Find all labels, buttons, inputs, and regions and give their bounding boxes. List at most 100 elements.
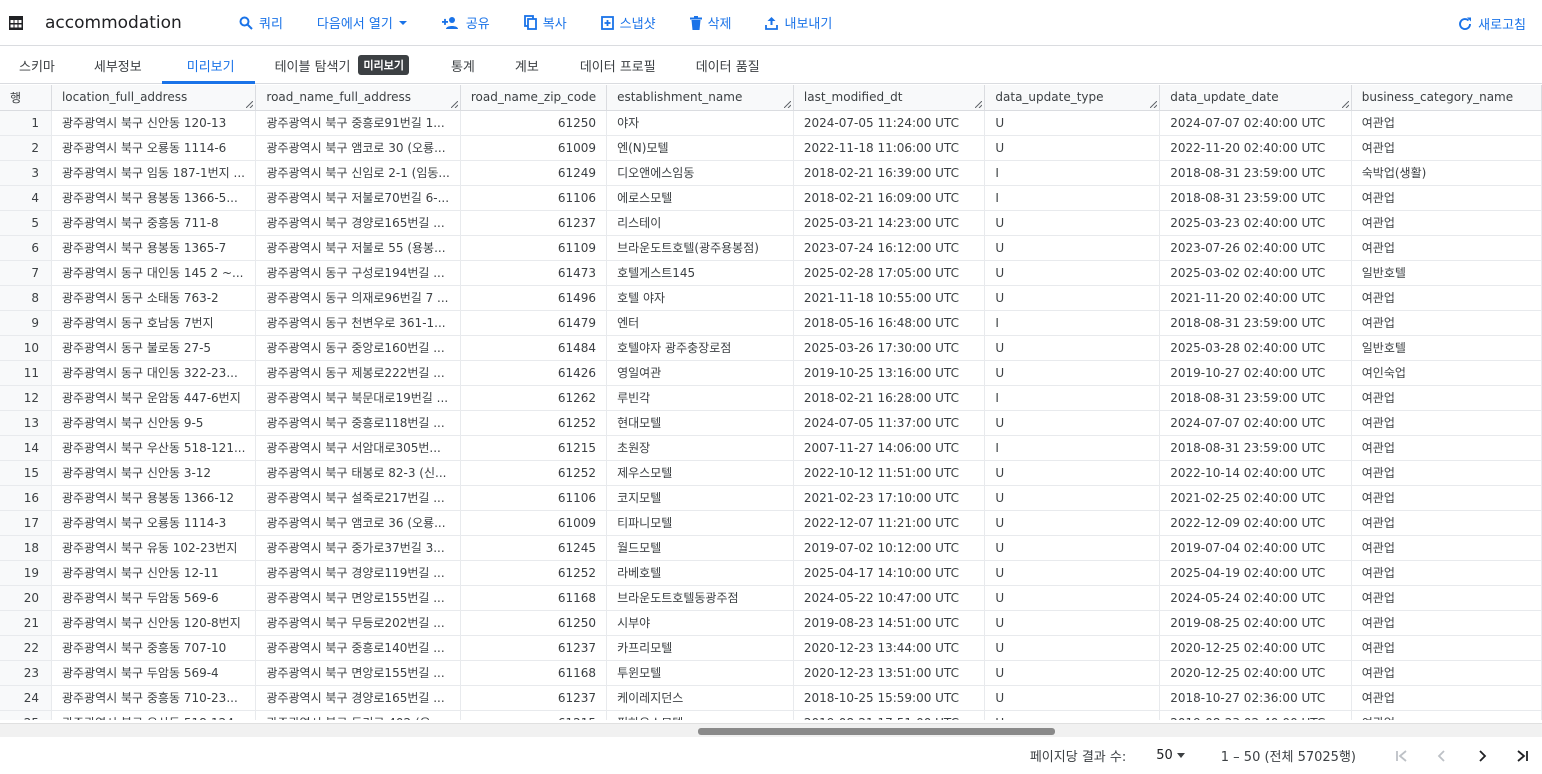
scrollbar-thumb[interactable] xyxy=(698,728,1055,735)
table-cell[interactable]: 2025-03-28 02:40:00 UTC xyxy=(1159,335,1352,361)
column-header[interactable]: road_name_full_address xyxy=(255,85,461,111)
table-cell[interactable]: 61473 xyxy=(460,260,608,286)
table-cell[interactable]: U xyxy=(984,635,1161,661)
table-cell[interactable]: 광주광역시 동구 불로동 27-5 xyxy=(51,335,257,361)
resize-handle-icon[interactable] xyxy=(1341,100,1349,108)
table-cell[interactable]: U xyxy=(984,585,1161,611)
table-cell[interactable]: U xyxy=(984,360,1161,386)
table-cell[interactable]: 광주광역시 북구 중흥로118번길 ... xyxy=(255,410,461,436)
table-cell[interactable]: 2021-11-20 02:40:00 UTC xyxy=(1159,285,1352,311)
table-cell[interactable]: 광주광역시 동구 대인동 145 2 ~... xyxy=(51,260,257,286)
table-cell[interactable]: 광주광역시 북구 두암동 569-6 xyxy=(51,585,257,611)
table-cell[interactable]: U xyxy=(984,610,1161,636)
table-cell[interactable]: 2022-12-09 02:40:00 UTC xyxy=(1159,510,1352,536)
previous-page-button[interactable] xyxy=(1422,741,1462,771)
table-cell[interactable]: 광주광역시 북구 북문대로19번길 ... xyxy=(255,385,461,411)
table-cell[interactable]: U xyxy=(984,285,1161,311)
horizontal-scrollbar[interactable] xyxy=(0,723,1542,737)
table-cell[interactable]: 광주광역시 북구 오룡동 1114-3 xyxy=(51,510,257,536)
table-cell[interactable]: 광주광역시 북구 중흥동 707-10 xyxy=(51,635,257,661)
table-cell[interactable]: 2024-07-07 02:40:00 UTC xyxy=(1159,110,1352,136)
table-cell[interactable]: 2020-12-23 13:44:00 UTC xyxy=(793,635,986,661)
table-cell[interactable]: 광주광역시 북구 무등로202번길 ... xyxy=(255,610,461,636)
table-cell[interactable]: 광주광역시 북구 중흥동 710-23... xyxy=(51,685,257,711)
table-cell[interactable]: 여관업 xyxy=(1351,410,1542,436)
query-button[interactable]: 쿼리 xyxy=(239,13,283,32)
table-cell[interactable]: 광주광역시 동구 천변우로 361-1... xyxy=(255,310,461,336)
table-cell[interactable]: 제우스모텔 xyxy=(606,460,794,486)
table-cell[interactable]: I xyxy=(984,435,1161,461)
table-cell[interactable]: 61252 xyxy=(460,460,608,486)
next-page-button[interactable] xyxy=(1462,741,1502,771)
table-cell[interactable]: 여관업 xyxy=(1351,535,1542,561)
table-cell[interactable]: 2018-08-31 23:59:00 UTC xyxy=(1159,160,1352,186)
table-cell[interactable]: 광주광역시 북구 저불로 55 (용봉... xyxy=(255,235,461,261)
table-cell[interactable]: 2020-12-25 02:40:00 UTC xyxy=(1159,635,1352,661)
column-header[interactable]: last_modified_dt xyxy=(793,85,986,111)
column-header[interactable]: road_name_zip_code xyxy=(460,85,608,111)
table-cell[interactable]: 2024-07-07 02:40:00 UTC xyxy=(1159,410,1352,436)
table-cell[interactable]: 케이레지던스 xyxy=(606,685,794,711)
table-cell[interactable]: 광주광역시 북구 경양로165번길 ... xyxy=(255,210,461,236)
table-cell[interactable]: 광주광역시 동구 의재로96번길 7 ... xyxy=(255,285,461,311)
table-cell[interactable]: 여관업 xyxy=(1351,210,1542,236)
per-page-select[interactable]: 50 xyxy=(1156,748,1185,763)
table-cell[interactable]: 광주광역시 북구 신임로 2-1 (임동... xyxy=(255,160,461,186)
table-cell[interactable]: U xyxy=(984,410,1161,436)
table-cell[interactable]: 여관업 xyxy=(1351,285,1542,311)
table-cell[interactable]: 광주광역시 동구 호남동 7번지 xyxy=(51,310,257,336)
column-header[interactable]: data_update_type xyxy=(984,85,1161,111)
table-cell[interactable]: 광주광역시 북구 중흥동 711-8 xyxy=(51,210,257,236)
table-cell[interactable]: 여관업 xyxy=(1351,585,1542,611)
table-cell[interactable]: 61009 xyxy=(460,510,608,536)
last-page-button[interactable] xyxy=(1502,741,1542,771)
table-cell[interactable]: I xyxy=(984,310,1161,336)
table-cell[interactable]: 여관업 xyxy=(1351,310,1542,336)
table-cell[interactable]: 2018-08-31 23:59:00 UTC xyxy=(1159,185,1352,211)
table-cell[interactable]: 광주광역시 북구 운암동 447-6번지 xyxy=(51,385,257,411)
table-cell[interactable]: 여인숙업 xyxy=(1351,360,1542,386)
table-cell[interactable]: 광주광역시 북구 경양로165번길 ... xyxy=(255,685,461,711)
table-cell[interactable]: 61250 xyxy=(460,610,608,636)
table-cell[interactable]: 여관업 xyxy=(1351,135,1542,161)
table-cell[interactable]: 광주광역시 북구 태봉로 82-3 (신... xyxy=(255,460,461,486)
table-cell[interactable]: 광주광역시 북구 저불로70번길 6-... xyxy=(255,185,461,211)
column-header[interactable]: business_category_name xyxy=(1351,85,1542,111)
table-cell[interactable]: 여관업 xyxy=(1351,635,1542,661)
table-cell[interactable]: 루빈각 xyxy=(606,385,794,411)
table-cell[interactable]: 여관업 xyxy=(1351,685,1542,711)
table-cell[interactable]: 광주광역시 동구 중앙로160번길 ... xyxy=(255,335,461,361)
table-cell[interactable]: 2022-10-12 11:51:00 UTC xyxy=(793,460,986,486)
table-cell[interactable]: 2018-08-31 23:59:00 UTC xyxy=(1159,435,1352,461)
table-cell[interactable]: 브라운도트호텔(광주용봉점) xyxy=(606,235,794,261)
table-cell[interactable]: 광주광역시 북구 유동 102-23번지 xyxy=(51,535,257,561)
first-page-button[interactable] xyxy=(1382,741,1422,771)
table-cell[interactable]: 호텔게스트145 xyxy=(606,260,794,286)
table-cell[interactable]: 광주광역시 북구 신안동 12-11 xyxy=(51,560,257,586)
table-cell[interactable]: 광주광역시 북구 임동 187-1번지 ... xyxy=(51,160,257,186)
table-cell[interactable]: 에로스모텔 xyxy=(606,185,794,211)
table-cell[interactable]: 광주광역시 동구 구성로194번길 ... xyxy=(255,260,461,286)
refresh-button[interactable]: 새로고침 xyxy=(1458,14,1526,33)
table-cell[interactable]: U xyxy=(984,710,1161,720)
table-cell[interactable]: 일반호텔 xyxy=(1351,335,1542,361)
table-cell[interactable]: 61250 xyxy=(460,110,608,136)
table-cell[interactable]: 호텔 야자 xyxy=(606,285,794,311)
table-cell[interactable]: 광주광역시 북구 신안동 120-13 xyxy=(51,110,257,136)
table-cell[interactable]: 광주광역시 북구 신안동 9-5 xyxy=(51,410,257,436)
table-cell[interactable]: 영일여관 xyxy=(606,360,794,386)
table-cell[interactable]: 현대모텔 xyxy=(606,410,794,436)
table-cell[interactable]: 2019-08-23 02:40:00 UTC xyxy=(1159,710,1352,720)
table-cell[interactable]: 2021-11-18 10:55:00 UTC xyxy=(793,285,986,311)
table-cell[interactable]: 코지모텔 xyxy=(606,485,794,511)
resize-handle-icon[interactable] xyxy=(1150,100,1158,108)
table-cell[interactable]: 61106 xyxy=(460,485,608,511)
table-cell[interactable]: 광주광역시 동구 제봉로222번길 ... xyxy=(255,360,461,386)
table-cell[interactable]: 2022-11-18 11:06:00 UTC xyxy=(793,135,986,161)
table-cell[interactable]: 광주광역시 북구 우산동 518-124 xyxy=(51,710,257,720)
delete-button[interactable]: 삭제 xyxy=(689,13,731,32)
tab-schema[interactable]: 스키마 xyxy=(0,47,74,83)
column-header[interactable]: data_update_date xyxy=(1159,85,1352,111)
table-cell[interactable]: 광주광역시 북구 두암동 569-4 xyxy=(51,660,257,686)
table-cell[interactable]: 광주광역시 북구 우산동 518-121... xyxy=(51,435,257,461)
